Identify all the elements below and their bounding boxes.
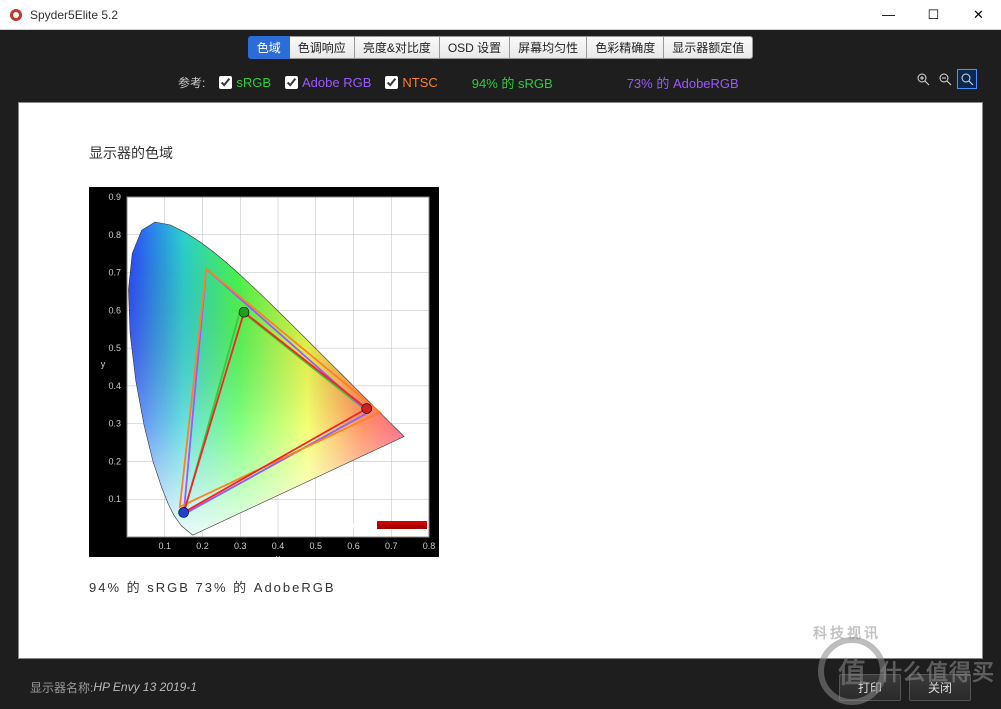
tab-1[interactable]: 色调响应 (290, 36, 355, 59)
ref-checkbox-ntsc[interactable]: NTSC (385, 75, 437, 90)
ref-checkbox-srgb[interactable]: sRGB (219, 75, 271, 90)
svg-text:x: x (276, 553, 281, 557)
print-button[interactable]: 打印 (839, 674, 901, 701)
svg-text:0.6: 0.6 (347, 541, 360, 551)
display-name-value: HP Envy 13 2019-1 (93, 680, 197, 694)
reference-row: 参考: sRGB Adobe RGB NTSC 94% 的 sRGB 73% 的 A… (18, 59, 983, 102)
section-title: 显示器的色域 (89, 143, 982, 163)
content-scroll[interactable]: 显示器的色域 0.1 0.2 0.3 0.4 0.5 0.6 0.7 0.8 0.1 0.2 0.3… (19, 103, 982, 658)
svg-text:0.3: 0.3 (234, 541, 247, 551)
close-button[interactable]: ✕ (956, 0, 1001, 29)
svg-text:0.1: 0.1 (108, 494, 121, 504)
tab-4[interactable]: 屏幕均匀性 (510, 36, 587, 59)
datacolor-badge: datacolor (323, 519, 427, 531)
stat-argb: 73% 的 AdobeRGB (627, 73, 739, 92)
svg-text:0.3: 0.3 (108, 419, 121, 429)
display-name-label: 显示器名称: (30, 679, 93, 696)
zoom-in-button[interactable] (913, 69, 933, 89)
svg-text:0.5: 0.5 (309, 541, 322, 551)
close-panel-button[interactable]: 关闭 (909, 674, 971, 701)
stat-srgb: 94% 的 sRGB (472, 73, 553, 92)
svg-text:0.1: 0.1 (158, 541, 171, 551)
window-controls: — ☐ ✕ (866, 0, 1001, 29)
svg-text:0.8: 0.8 (108, 230, 121, 240)
tab-0[interactable]: 色域 (248, 36, 290, 59)
tab-bar: 色域色调响应亮度&对比度OSD 设置屏幕均匀性色彩精确度显示器额定值 (248, 36, 753, 59)
maximize-button[interactable]: ☐ (911, 0, 956, 29)
window-title: Spyder5Elite 5.2 (30, 8, 866, 22)
app-icon (8, 7, 24, 23)
svg-text:0.7: 0.7 (385, 541, 398, 551)
minimize-button[interactable]: — (866, 0, 911, 29)
svg-text:0.5: 0.5 (108, 343, 121, 353)
footer: 显示器名称: HP Envy 13 2019-1 打印 关闭 (18, 665, 983, 709)
zoom-fit-button[interactable] (957, 69, 977, 89)
tab-5[interactable]: 色彩精确度 (587, 36, 664, 59)
ref-checkbox-adobergb[interactable]: Adobe RGB (285, 75, 371, 90)
svg-text:0.2: 0.2 (108, 456, 121, 466)
reference-label: 参考: (178, 74, 205, 91)
watermark-sub: 科技视讯 (813, 623, 881, 643)
gamut-chart: 0.1 0.2 0.3 0.4 0.5 0.6 0.7 0.8 0.1 0.2 0.3 0.4 0.5 0… (89, 187, 439, 557)
svg-text:0.4: 0.4 (108, 381, 121, 391)
svg-text:0.6: 0.6 (108, 305, 121, 315)
svg-text:y: y (101, 359, 106, 369)
tab-6[interactable]: 显示器额定值 (664, 36, 753, 59)
content-panel: 显示器的色域 0.1 0.2 0.3 0.4 0.5 0.6 0.7 0.8 0.1 0.2 0.3… (18, 102, 983, 659)
svg-text:0.9: 0.9 (108, 192, 121, 202)
svg-text:0.7: 0.7 (108, 268, 121, 278)
tab-3[interactable]: OSD 设置 (440, 36, 510, 59)
tab-2[interactable]: 亮度&对比度 (355, 36, 440, 59)
zoom-out-button[interactable] (935, 69, 955, 89)
svg-text:0.8: 0.8 (423, 541, 436, 551)
stats-below: 94% 的 sRGB 73% 的 AdobeRGB (89, 577, 982, 596)
zoom-tools (913, 69, 977, 89)
titlebar: Spyder5Elite 5.2 — ☐ ✕ (0, 0, 1001, 30)
svg-text:0.4: 0.4 (272, 541, 285, 551)
svg-text:0.2: 0.2 (196, 541, 209, 551)
